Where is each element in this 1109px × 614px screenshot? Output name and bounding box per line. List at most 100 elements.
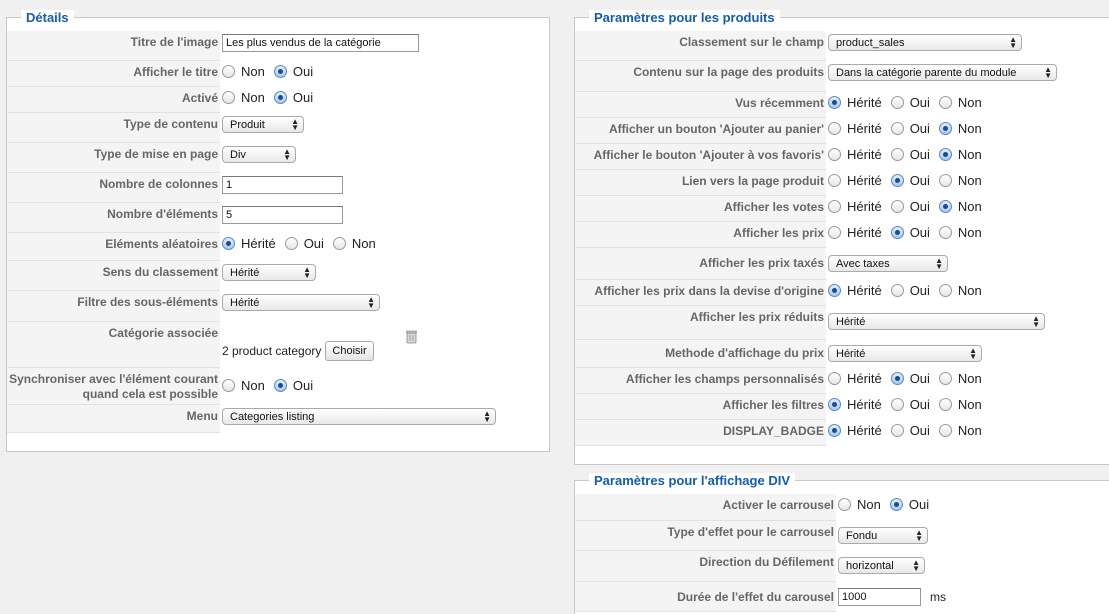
layout-type-select[interactable]: Div ▲ ▼ [222,146,296,163]
original-currency-radio-herite[interactable]: Hérité [828,283,882,298]
sort-order-select[interactable]: Hérité ▲ ▼ [222,264,316,281]
label-scroll-direction: Direction du Défilement [575,551,836,582]
row-scroll-direction: Direction du Défilement horizontal ▲ ▼ [575,551,1109,582]
scroll-direction-select[interactable]: horizontal ▲ ▼ [838,557,925,574]
random-radio-oui[interactable]: Oui [284,236,324,251]
label-items: Nombre d'éléments [7,203,220,233]
row-add-to-cart: Afficher un bouton 'Ajouter au panier' H… [575,118,1109,144]
label-original-currency: Afficher les prix dans la devise d'origi… [575,280,826,306]
taxed-prices-select[interactable]: Avec taxes ▲ ▼ [828,255,948,272]
choose-category-button[interactable]: Choisir [325,341,374,361]
row-price-display-method: Methode d'affichage du prix Hérité ▲ ▼ [575,340,1109,368]
add-to-wishlist-radio-herite[interactable]: Hérité [828,147,882,162]
filters-radio-oui[interactable]: Oui [890,397,930,412]
label-discounted-prices: Afficher les prix réduits [575,306,826,340]
custom-fields-radio-non[interactable]: Non [938,371,982,386]
row-category: Catégorie associée 2 product category Ch… [7,322,549,368]
label-custom-fields: Afficher les champs personnalisés [575,368,826,394]
row-votes: Afficher les votes Hérité Oui Non [575,196,1109,222]
label-carousel-duration: Durée de l'effet du carousel [575,582,836,612]
display-badge-radio-non[interactable]: Non [938,423,982,438]
row-image-title: Titre de l'image Les plus vendus de la c… [7,31,549,61]
random-radio-non[interactable]: Non [332,236,376,251]
price-display-method-select[interactable]: Hérité ▲ ▼ [828,345,982,362]
carousel-radio-oui[interactable]: Oui [889,497,929,512]
active-radio-non[interactable]: Non [222,90,265,105]
discounted-prices-select[interactable]: Hérité ▲ ▼ [828,313,1045,330]
add-to-cart-radio-non[interactable]: Non [938,121,982,136]
row-sub-filter: Filtre des sous-éléments Hérité ▲ ▼ [7,291,549,322]
show-title-radio-oui[interactable]: Oui [273,64,313,79]
row-product-link: Lien vers la page produit Hérité Oui Non [575,170,1109,196]
original-currency-radio-oui[interactable]: Oui [890,283,930,298]
label-price-display-method: Methode d'affichage du prix [575,340,826,368]
add-to-cart-radio-oui[interactable]: Oui [890,121,930,136]
carousel-radio-non[interactable]: Non [838,497,881,512]
custom-fields-radio-oui[interactable]: Oui [890,371,930,386]
row-sort-order: Sens du classement Hérité ▲ ▼ [7,261,549,291]
add-to-cart-radio-herite[interactable]: Hérité [828,121,882,136]
original-currency-radio-non[interactable]: Non [938,283,982,298]
recently-viewed-radio-herite[interactable]: Hérité [828,95,882,110]
label-sync: Synchroniser avec l'élément courant quan… [7,368,220,405]
display-badge-radio-herite[interactable]: Hérité [828,423,882,438]
label-display-badge: DISPLAY_BADGE [575,420,826,446]
label-category: Catégorie associée [7,322,220,368]
label-columns: Nombre de colonnes [7,173,220,203]
products-fieldset: Paramètres pour les produits Classement … [574,10,1109,465]
votes-radio-herite[interactable]: Hérité [828,199,882,214]
add-to-wishlist-radio-non[interactable]: Non [938,147,982,162]
prices-radio-oui[interactable]: Oui [890,225,930,240]
carousel-effect-select[interactable]: Fondu ▲ ▼ [838,527,928,544]
label-image-title: Titre de l'image [7,31,220,61]
filters-radio-herite[interactable]: Hérité [828,397,882,412]
row-active: Activé Non Oui [7,87,549,113]
menu-select[interactable]: Categories listing ▲ ▼ [222,408,496,425]
prices-radio-non[interactable]: Non [938,225,982,240]
label-layout-type: Type de mise en page [7,143,220,173]
label-sub-filter: Filtre des sous-éléments [7,291,220,322]
details-legend: Détails [21,10,74,26]
label-product-link: Lien vers la page produit [575,170,826,196]
custom-fields-radio-herite[interactable]: Hérité [828,371,882,386]
filters-radio-non[interactable]: Non [938,397,982,412]
votes-radio-oui[interactable]: Oui [890,199,930,214]
trash-icon[interactable] [406,330,417,344]
product-page-content-select[interactable]: Dans la catégorie parente du module ▲ ▼ [828,64,1057,81]
row-product-page-content: Contenu sur la page des produits Dans la… [575,61,1109,92]
prices-radio-herite[interactable]: Hérité [828,225,882,240]
display-badge-radio-oui[interactable]: Oui [890,423,930,438]
row-add-to-wishlist: Afficher le bouton 'Ajouter à vos favori… [575,144,1109,170]
items-input[interactable]: 5 [222,206,343,224]
recently-viewed-radio-oui[interactable]: Oui [890,95,930,110]
row-layout-type: Type de mise en page Div ▲ ▼ [7,143,549,173]
recently-viewed-radio-non[interactable]: Non [938,95,982,110]
votes-radio-non[interactable]: Non [938,199,982,214]
product-link-radio-oui[interactable]: Oui [890,173,930,188]
row-filters: Afficher les filtres Hérité Oui Non [575,394,1109,420]
products-legend: Paramètres pour les produits [589,10,780,26]
sync-radio-non[interactable]: Non [222,378,265,393]
label-product-page-content: Contenu sur la page des produits [575,61,826,92]
show-title-radio-non[interactable]: Non [222,64,265,79]
row-content-type: Type de contenu Produit ▲ ▼ [7,113,549,143]
label-active: Activé [7,87,220,113]
sub-filter-select[interactable]: Hérité ▲ ▼ [222,294,380,311]
label-prices: Afficher les prix [575,222,826,248]
product-link-radio-herite[interactable]: Hérité [828,173,882,188]
product-link-radio-non[interactable]: Non [938,173,982,188]
carousel-duration-input[interactable]: 1000 [838,588,921,606]
row-prices: Afficher les prix Hérité Oui Non [575,222,1109,248]
active-radio-oui[interactable]: Oui [273,90,313,105]
sync-radio-oui[interactable]: Oui [273,378,313,393]
image-title-input[interactable]: Les plus vendus de la catégorie [222,34,419,52]
columns-input[interactable]: 1 [222,176,343,194]
random-radio-herite[interactable]: Hérité [222,236,276,251]
content-type-select[interactable]: Produit ▲ ▼ [222,116,304,133]
label-votes: Afficher les votes [575,196,826,222]
sort-field-select[interactable]: product_sales ▲ ▼ [828,34,1022,51]
label-recently-viewed: Vus récemment [575,92,826,118]
row-carousel: Activer le carrousel Non Oui [575,494,1109,521]
add-to-wishlist-radio-oui[interactable]: Oui [890,147,930,162]
row-show-title: Afficher le titre Non Oui [7,61,549,87]
